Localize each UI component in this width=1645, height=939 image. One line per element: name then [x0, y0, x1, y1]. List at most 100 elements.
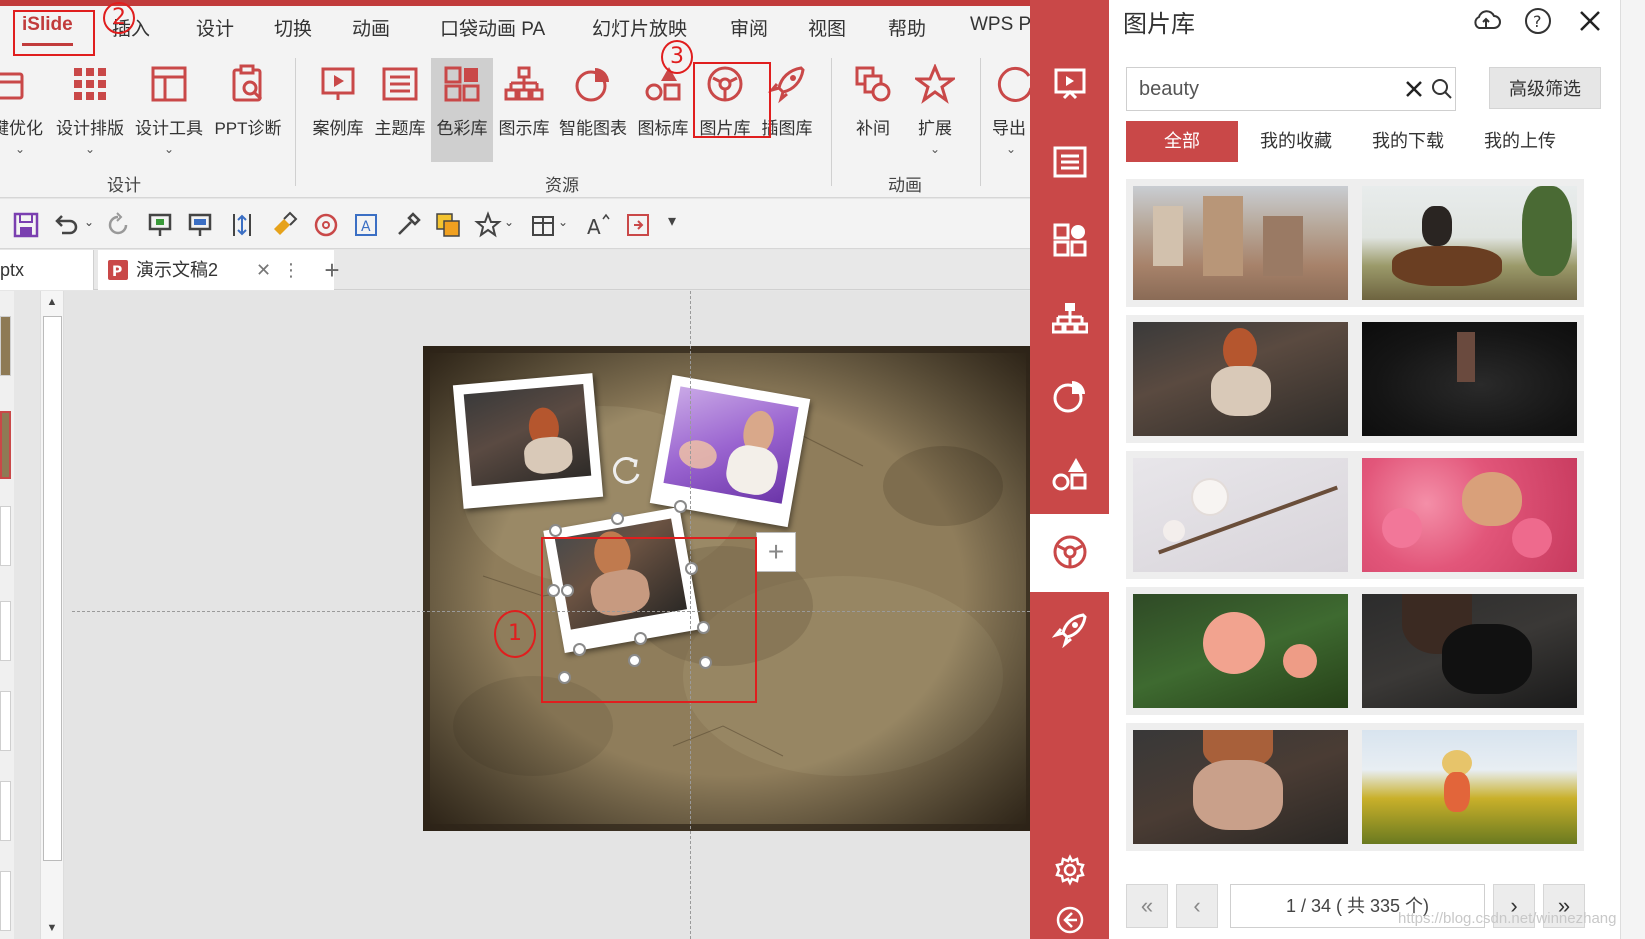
layout-options-button[interactable]: +: [756, 532, 796, 572]
side-color-library[interactable]: [1030, 202, 1109, 280]
star-shape-icon[interactable]: [474, 211, 502, 239]
color-library-button[interactable]: 色彩库: [431, 58, 493, 162]
category-tab-all[interactable]: 全部: [1126, 121, 1238, 162]
category-tab-uploads[interactable]: 我的上传: [1464, 121, 1576, 162]
advanced-filter-button[interactable]: 高级筛选: [1489, 67, 1601, 109]
redo-icon[interactable]: [104, 211, 132, 239]
ppt-diagnosis-button[interactable]: PPT诊断: [212, 58, 284, 162]
doc-tab-active[interactable]: P 演示文稿2 ✕ ⋮: [98, 250, 334, 290]
table-icon[interactable]: [530, 211, 558, 239]
rotate-handle-icon[interactable]: [605, 450, 647, 492]
side-picture-library[interactable]: [1030, 514, 1109, 592]
app-window: iSlide 插入 设计 切换 动画 口袋动画 PA 幻灯片放映 审阅 视图 帮…: [0, 0, 1645, 939]
side-collapse[interactable]: [1030, 902, 1109, 939]
present-current-icon[interactable]: [186, 211, 214, 239]
image-result[interactable]: [1126, 179, 1355, 307]
image-result[interactable]: [1355, 723, 1584, 851]
slide-thumbnail[interactable]: [0, 316, 11, 376]
search-icon[interactable]: [1425, 68, 1459, 110]
image-result[interactable]: [1355, 451, 1584, 579]
tab-transition[interactable]: 切换: [274, 14, 312, 41]
image-result[interactable]: [1355, 587, 1584, 715]
side-theme-library[interactable]: [1030, 124, 1109, 202]
one-click-optimize-button[interactable]: 键优化 ⌄: [0, 58, 50, 162]
side-settings[interactable]: [1030, 846, 1109, 902]
first-page-button[interactable]: «: [1126, 884, 1168, 928]
scrollbar-thumb[interactable]: [43, 316, 62, 861]
more-options-icon[interactable]: ⋮: [282, 250, 300, 290]
extend-button[interactable]: 扩展 ⌄: [904, 58, 966, 162]
theme-library-button[interactable]: 主题库: [369, 58, 431, 162]
slide-thumbnail[interactable]: [0, 871, 11, 931]
category-tab-downloads[interactable]: 我的下载: [1352, 121, 1464, 162]
insert-slide-icon[interactable]: [624, 211, 652, 239]
slide-thumbnail[interactable]: [0, 691, 11, 751]
tab-review[interactable]: 审阅: [730, 14, 768, 41]
picture-library-icon[interactable]: [312, 211, 340, 239]
new-tab-button[interactable]: +: [312, 250, 352, 290]
design-layout-button[interactable]: 设计排版 ⌄: [55, 58, 125, 162]
case-library-icon: [1054, 68, 1086, 100]
tab-view[interactable]: 视图: [808, 14, 846, 41]
side-case-library[interactable]: [1030, 46, 1109, 124]
shape-fill-icon[interactable]: [434, 211, 462, 239]
icon-library-button[interactable]: 图标库: [632, 58, 694, 162]
side-smart-chart[interactable]: [1030, 358, 1109, 436]
scroll-up-icon[interactable]: ▲: [41, 291, 63, 313]
side-diagram-library[interactable]: [1030, 280, 1109, 358]
tab-slideshow[interactable]: 幻灯片放映: [592, 14, 687, 41]
search-input[interactable]: [1127, 68, 1377, 110]
diagram-library-button[interactable]: 图示库: [493, 58, 555, 162]
text-height-icon[interactable]: [228, 211, 256, 239]
image-result[interactable]: [1126, 451, 1355, 579]
undo-icon[interactable]: [52, 211, 80, 239]
upload-cloud-icon[interactable]: [1471, 6, 1501, 36]
tab-help[interactable]: 帮助: [888, 14, 926, 41]
tab-animation[interactable]: 动画: [352, 14, 390, 41]
present-from-start-icon[interactable]: [146, 211, 174, 239]
chevron-down-icon[interactable]: ⌄: [558, 215, 568, 229]
export-button[interactable]: 导出 ⌄: [992, 58, 1030, 162]
tween-button[interactable]: 补间: [842, 58, 904, 162]
help-icon[interactable]: ?: [1523, 6, 1553, 36]
image-result-selected[interactable]: [1126, 723, 1355, 851]
smart-chart-button[interactable]: 智能图表: [558, 58, 628, 162]
close-icon[interactable]: ✕: [256, 250, 271, 290]
save-icon[interactable]: [12, 211, 40, 239]
thumbnail-white-blossom: [1133, 458, 1348, 572]
tab-pocket-animation[interactable]: 口袋动画 PA: [440, 14, 545, 41]
eyedropper-icon[interactable]: [394, 211, 422, 239]
scroll-down-icon[interactable]: ▼: [41, 917, 63, 939]
polaroid-photo[interactable]: [452, 373, 604, 509]
case-library-button[interactable]: 案例库: [307, 58, 369, 162]
slide-thumbnail[interactable]: [0, 781, 11, 841]
close-icon[interactable]: [1575, 6, 1605, 36]
slide-thumbnail[interactable]: [0, 601, 11, 661]
selection-handle[interactable]: [549, 524, 562, 537]
design-tools-button[interactable]: 设计工具 ⌄: [133, 58, 205, 162]
image-result[interactable]: [1355, 179, 1584, 307]
selection-handle[interactable]: [674, 500, 687, 513]
image-result[interactable]: [1126, 587, 1355, 715]
customize-toolbar-icon[interactable]: ▾: [668, 211, 676, 231]
tab-design[interactable]: 设计: [196, 14, 234, 41]
image-result[interactable]: [1355, 315, 1584, 443]
image-result[interactable]: [1126, 315, 1355, 443]
chevron-down-icon[interactable]: ⌄: [504, 215, 514, 229]
side-icon-library[interactable]: [1030, 436, 1109, 514]
rocket-icon: [1052, 613, 1087, 648]
font-size-increase-icon[interactable]: A: [584, 211, 612, 239]
category-tab-favorites[interactable]: 我的收藏: [1240, 121, 1352, 162]
doc-tab-previous[interactable]: ptx: [0, 250, 94, 290]
text-box-icon[interactable]: A: [352, 211, 380, 239]
previous-page-button[interactable]: ‹: [1176, 884, 1218, 928]
side-illustration-library[interactable]: [1030, 592, 1109, 670]
annotation-box-selected-photo: [541, 537, 757, 703]
tab-wps[interactable]: WPS P: [970, 14, 1031, 36]
slide-thumbnail-selected[interactable]: [0, 411, 11, 479]
format-painter-icon[interactable]: [270, 211, 298, 239]
slide-thumbnail[interactable]: [0, 506, 11, 566]
selection-handle[interactable]: [611, 512, 624, 525]
chevron-down-icon[interactable]: ⌄: [84, 215, 94, 229]
thumbnail-scrollbar[interactable]: ▲ ▼: [40, 291, 64, 939]
